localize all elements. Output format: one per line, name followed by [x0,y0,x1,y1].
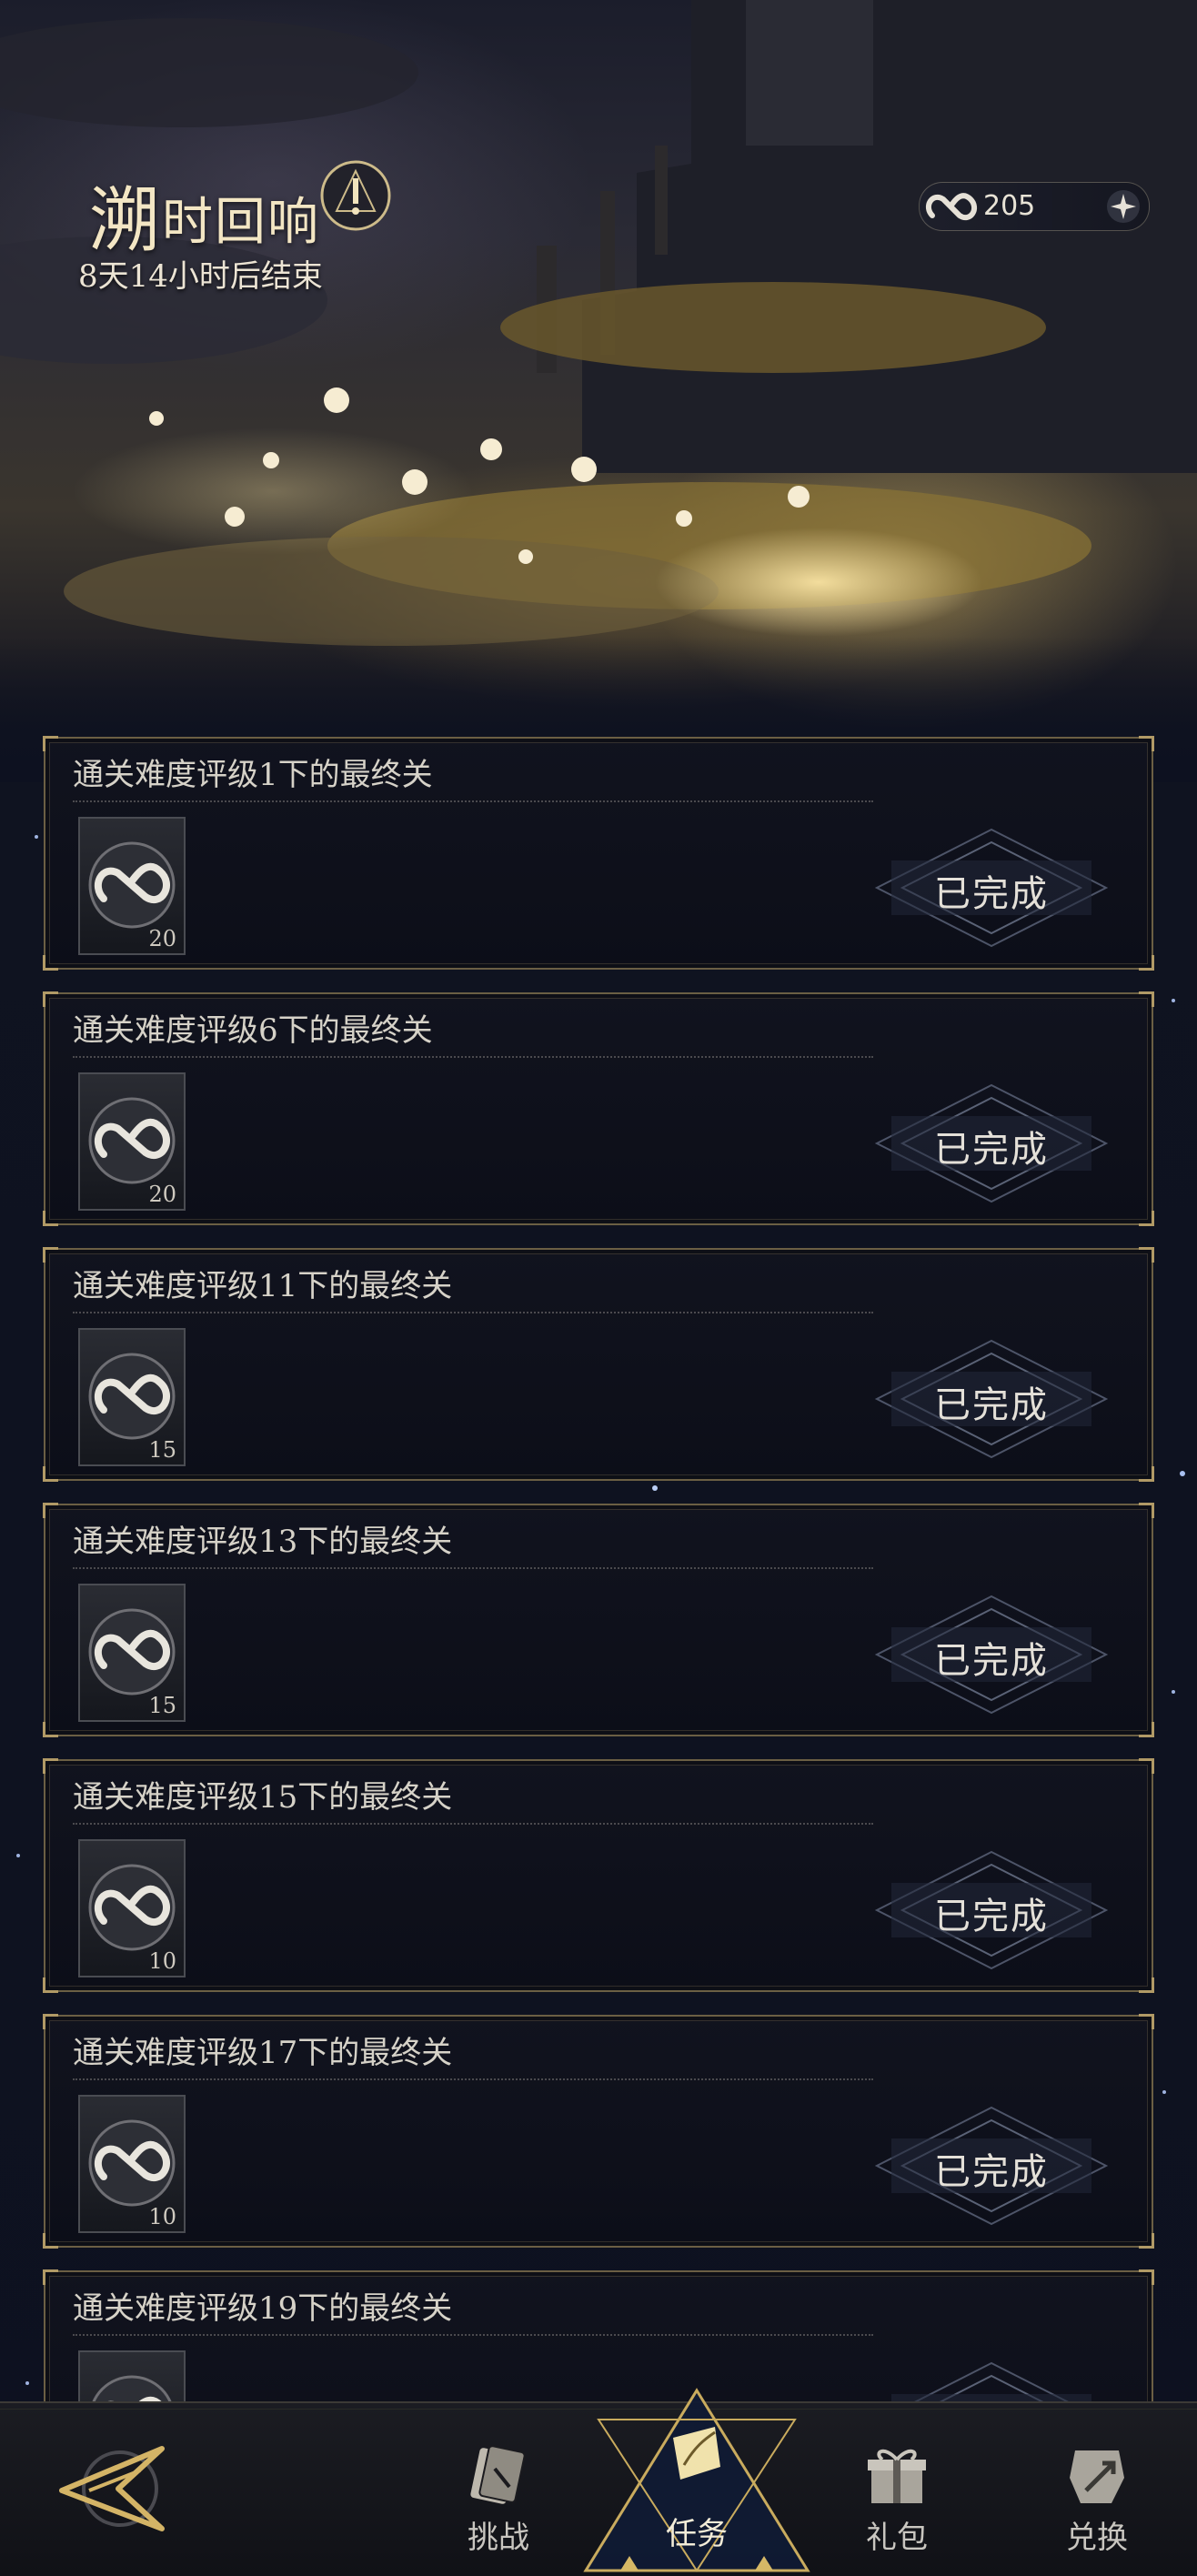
infinity-token-icon [88,1608,176,1696]
card-corner [1139,2233,1154,2249]
infinity-token-icon [88,2119,176,2207]
task-title: 通关难度评级19下的最终关 [73,2290,453,2327]
task-card[interactable]: 通关难度评级17下的最终关 10 已完成 [43,2014,1154,2249]
card-corner [43,1758,58,1774]
tab-challenge-label: 挑战 [468,2520,529,2556]
reward-count: 20 [148,926,176,951]
task-divider [73,1312,873,1313]
card-corner [1139,1247,1154,1263]
card-corner [43,736,58,751]
task-title: 通关难度评级15下的最终关 [73,1779,453,1816]
tab-gift[interactable]: 礼包 [824,2403,970,2576]
task-status-label: 已完成 [934,1640,1049,1682]
task-card[interactable]: 通关难度评级6下的最终关 20 已完成 [43,991,1154,1226]
card-corner [43,2233,58,2249]
feather-quill-icon [673,2427,720,2480]
reward-item[interactable]: 15 [78,1328,186,1466]
task-title: 通关难度评级6下的最终关 [73,1012,433,1049]
infinity-token-icon [88,1097,176,1184]
card-corner [1139,2014,1154,2029]
card-corner [43,955,58,971]
card-corner [43,2014,58,2029]
card-corner [1139,1977,1154,1993]
task-status-button[interactable]: 已完成 [873,828,1110,948]
task-status-button[interactable]: 已完成 [873,2106,1110,2226]
reward-count: 10 [148,2204,176,2229]
card-corner [43,991,58,1007]
task-status-label: 已完成 [934,1129,1049,1171]
card-corner [1139,1211,1154,1226]
tab-task-label: 任务 [666,2516,728,2552]
card-corner [1139,1758,1154,1774]
task-status-button[interactable]: 已完成 [873,1595,1110,1715]
tab-exchange[interactable]: 兑换 [1024,2403,1170,2576]
task-title: 通关难度评级17下的最终关 [73,2035,453,2071]
card-corner [43,1247,58,1263]
reward-item[interactable]: 15 [78,1584,186,1722]
tab-gift-label: 礼包 [866,2520,928,2556]
task-divider [73,2078,873,2080]
card-corner [1139,1466,1154,1482]
task-status-label: 已完成 [934,1384,1049,1426]
reward-item[interactable]: 10 [78,1839,186,1977]
task-title: 通关难度评级13下的最终关 [73,1524,453,1560]
task-card[interactable]: 通关难度评级11下的最终关 15 已完成 [43,1247,1154,1482]
task-status-label: 已完成 [934,1896,1049,1937]
tab-task[interactable]: 任务 [624,2401,770,2576]
cards-icon [470,2445,526,2504]
task-status-label: 已完成 [934,873,1049,915]
reward-item[interactable]: 10 [78,2095,186,2233]
infinity-token-icon [88,1353,176,1440]
infinity-token-icon [88,841,176,929]
task-status-button[interactable]: 已完成 [873,1850,1110,1970]
card-corner [43,2269,58,2285]
reward-count: 15 [148,1437,176,1463]
reward-item[interactable]: 20 [78,1072,186,1211]
reward-count: 15 [148,1693,176,1718]
infinity-token-icon [88,1864,176,1951]
task-status-button[interactable]: 已完成 [873,1339,1110,1459]
back-button[interactable] [53,2434,180,2543]
reward-item[interactable]: 20 [78,817,186,955]
card-corner [43,1466,58,1482]
task-divider [73,1056,873,1058]
reward-count: 10 [148,1948,176,1974]
tab-exchange-label: 兑换 [1066,2520,1128,2556]
card-corner [43,1722,58,1737]
card-corner [43,1503,58,1518]
gift-icon [868,2449,926,2503]
card-corner [1139,991,1154,1007]
card-corner [43,1977,58,1993]
card-corner [43,1211,58,1226]
task-list: 通关难度评级1下的最终关 20 已完成 通关难度评级6下的最终关 20 已完成 通关难度评级… [0,0,1197,2576]
task-divider [73,2334,873,2336]
task-divider [73,800,873,802]
task-title: 通关难度评级11下的最终关 [73,1268,453,1304]
reward-count: 20 [148,1182,176,1207]
task-divider [73,1823,873,1825]
task-card[interactable]: 通关难度评级15下的最终关 10 已完成 [43,1758,1154,1993]
task-status-label: 已完成 [934,2151,1049,2193]
tab-challenge[interactable]: 挑战 [426,2403,571,2576]
card-corner [1139,955,1154,971]
task-status-button[interactable]: 已完成 [873,1083,1110,1203]
task-card[interactable]: 通关难度评级1下的最终关 20 已完成 [43,736,1154,971]
card-corner [1139,736,1154,751]
card-corner [1139,1503,1154,1518]
exchange-icon [1070,2450,1124,2503]
task-card[interactable]: 通关难度评级13下的最终关 15 已完成 [43,1503,1154,1737]
card-corner [1139,2269,1154,2285]
task-title: 通关难度评级1下的最终关 [73,757,433,793]
card-corner [1139,1722,1154,1737]
task-divider [73,1567,873,1569]
